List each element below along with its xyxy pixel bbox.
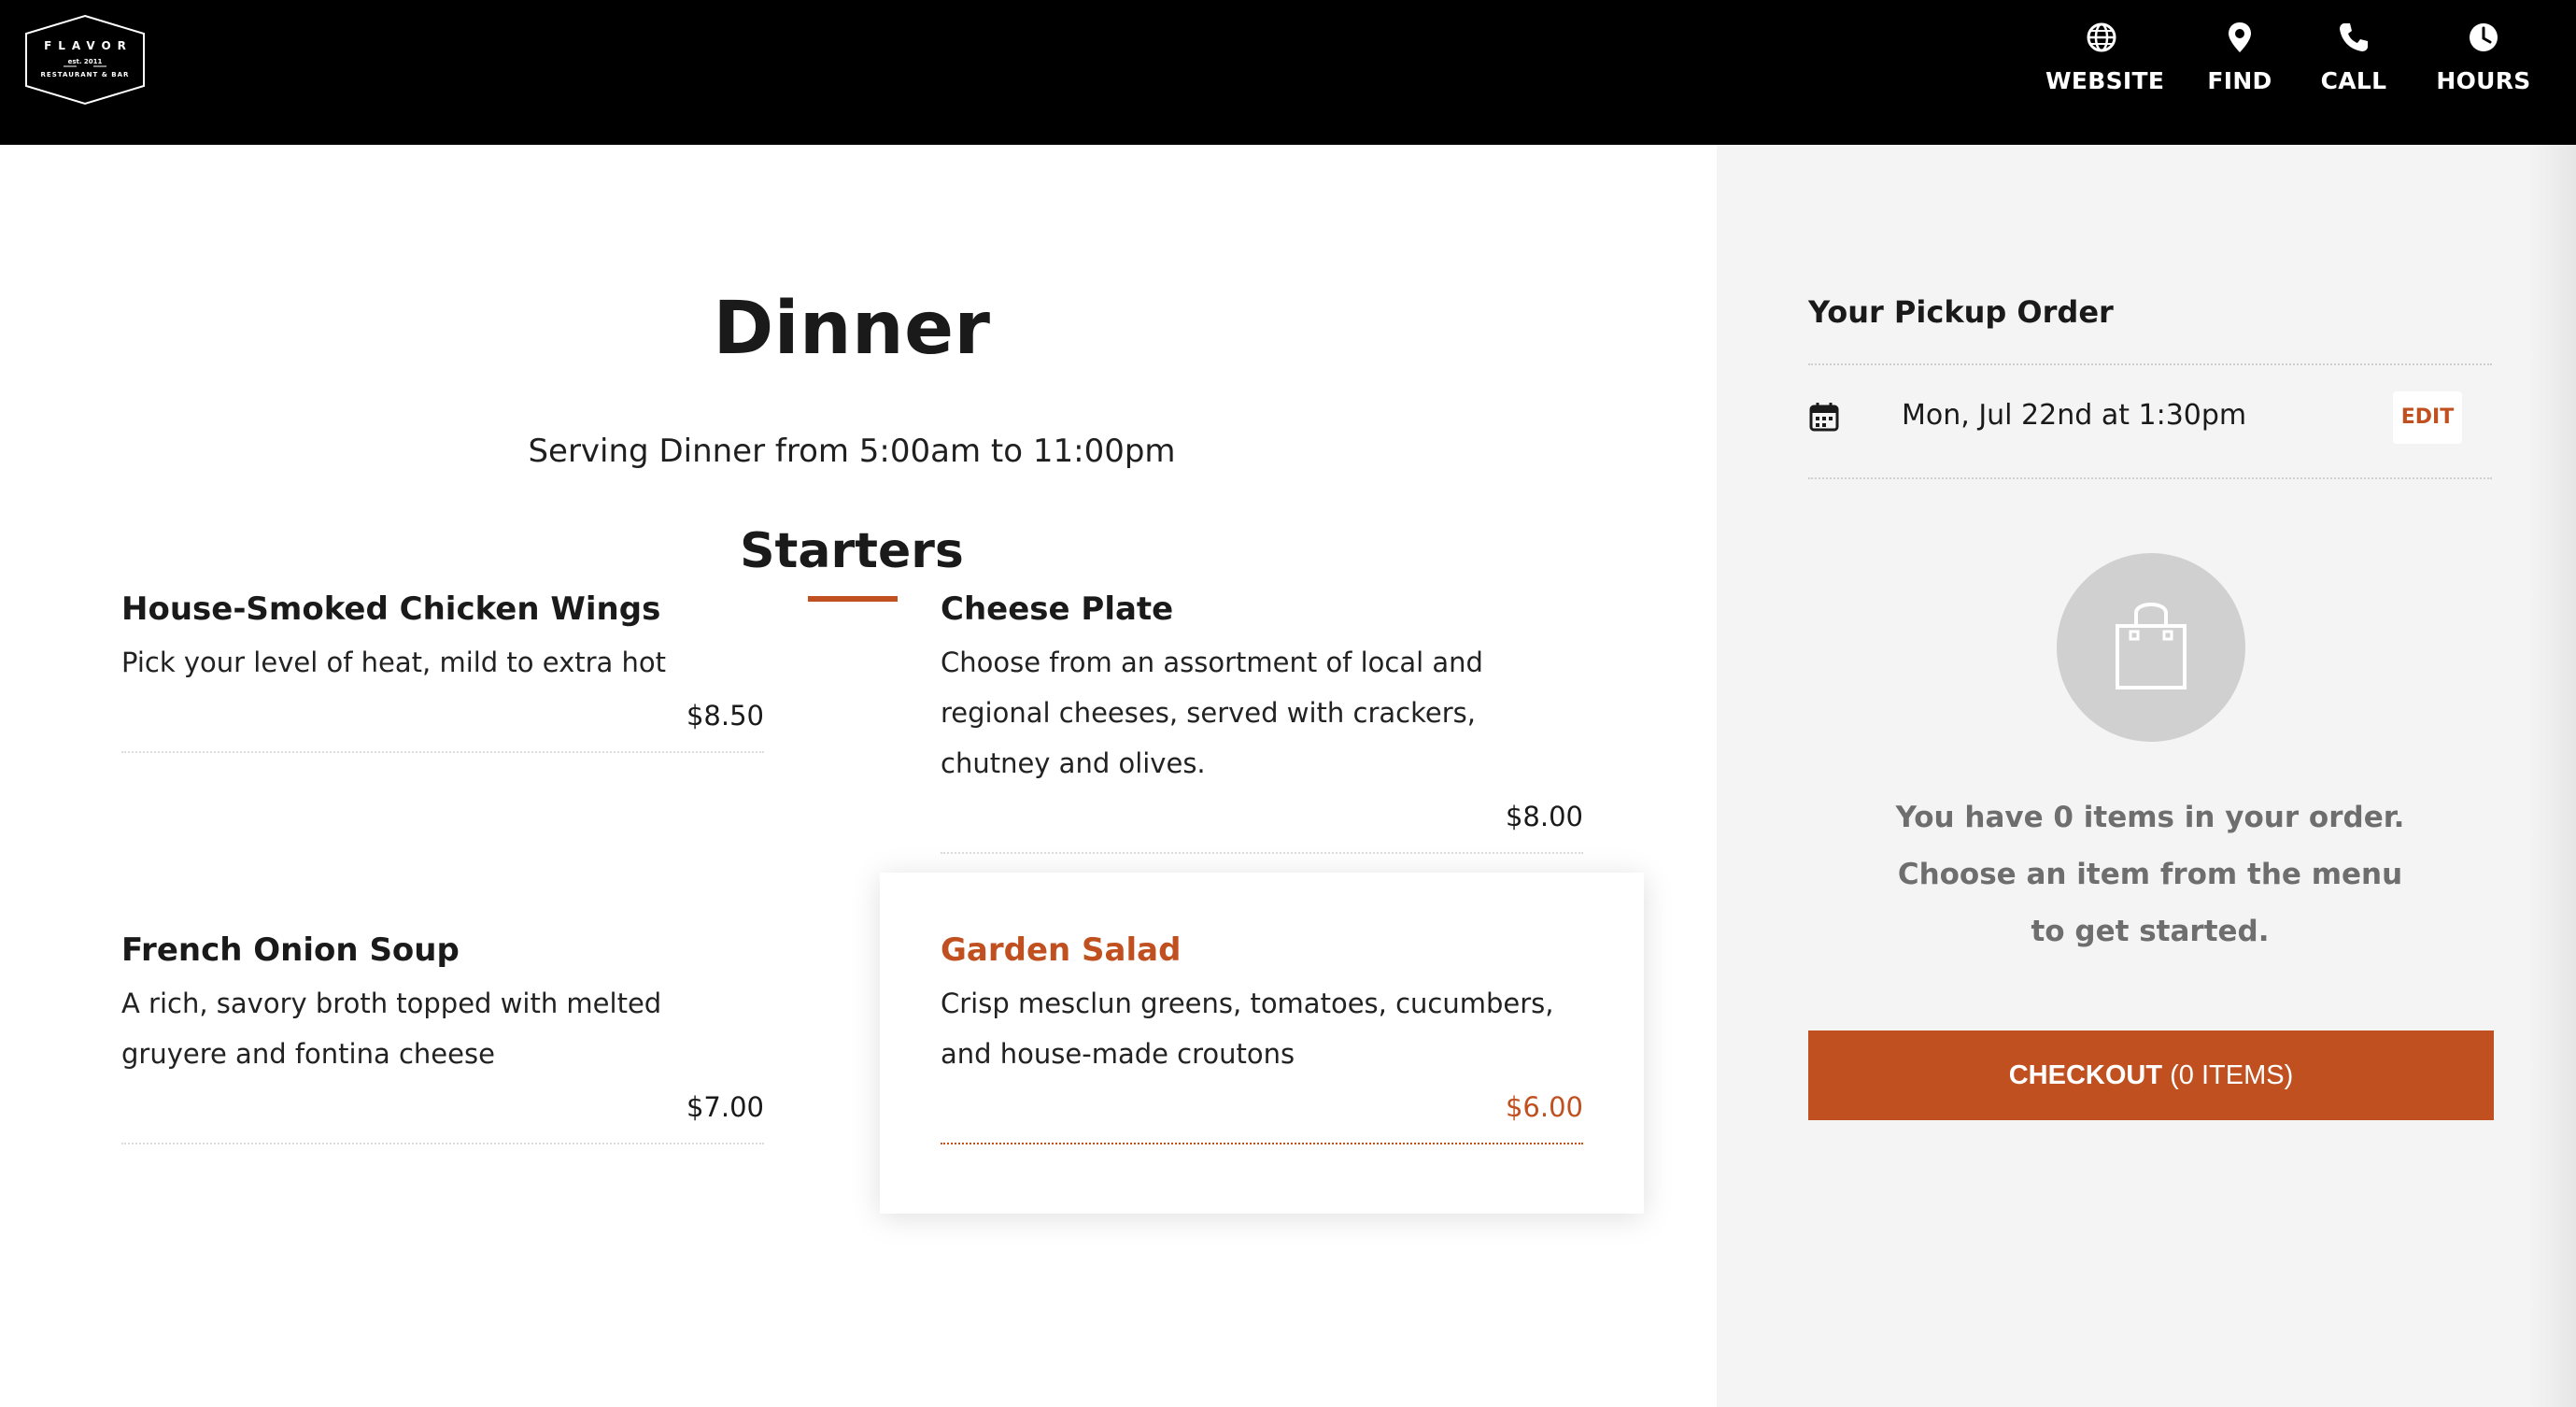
checkout-button[interactable]: CHECKOUT (0 ITEMS) (1808, 1030, 2494, 1120)
menu-item-cheese-plate[interactable]: Cheese Plate Choose from an assortment o… (941, 589, 1583, 854)
pickup-time: Mon, Jul 22nd at 1:30pm (1902, 399, 2247, 432)
nav-hours[interactable]: HOURS (2428, 21, 2539, 105)
menu-item-garden-salad[interactable]: Garden Salad Crisp mesclun greens, tomat… (941, 930, 1583, 1144)
menu-item-divider (941, 1143, 1583, 1144)
menu-item-price: $8.00 (1505, 801, 1583, 832)
empty-order-line: You have 0 items in your order. (1895, 801, 2405, 834)
order-sidebar: Your Pickup Order Mon, Jul 22nd at 1:30p… (1717, 145, 2576, 1407)
menu-item-name: Cheese Plate (941, 590, 1174, 628)
menu-item-price: $7.00 (686, 1091, 764, 1123)
section-underline (808, 596, 898, 602)
menu-item-description: Pick your level of heat, mild to extra h… (121, 647, 667, 678)
nav-find-label: FIND (2207, 67, 2272, 94)
brand-logo[interactable]: FLAVOR est. 2011 RESTAURANT & BAR (22, 13, 148, 107)
clock-icon (2470, 23, 2498, 51)
section-title-starters: Starters (740, 523, 964, 579)
menu-item-price: $8.50 (686, 700, 764, 732)
empty-order-message: You have 0 items in your order. Choose a… (1808, 789, 2492, 960)
menu-item-name: House-Smoked Chicken Wings (121, 590, 661, 628)
nav-website[interactable]: WEBSITE (2045, 21, 2165, 105)
menu-item-french-onion-soup[interactable]: French Onion Soup A rich, savory broth t… (121, 930, 764, 1144)
menu-item-chicken-wings[interactable]: House-Smoked Chicken Wings Pick your lev… (121, 589, 764, 753)
menu-item-divider (121, 751, 764, 753)
menu-item-divider (121, 1143, 764, 1144)
edit-pickup-button[interactable]: EDIT (2393, 391, 2462, 444)
logo-tagline: RESTAURANT & BAR (40, 71, 130, 78)
nav-find[interactable]: FIND (2199, 21, 2281, 105)
map-pin-icon (2229, 22, 2251, 52)
calendar-icon (1809, 403, 1839, 432)
checkout-count: (0 ITEMS) (2162, 1060, 2294, 1090)
menu-item-divider (941, 852, 1583, 854)
top-nav-bar: FLAVOR est. 2011 RESTAURANT & BAR WEBSIT… (0, 0, 2576, 145)
empty-bag-illustration (2057, 553, 2245, 742)
menu-item-description: Choose from an assortment of local and r… (941, 647, 1483, 779)
shopping-bag-icon (2116, 603, 2187, 689)
pickup-time-row: Mon, Jul 22nd at 1:30pm EDIT (1808, 390, 2492, 468)
order-divider (1808, 363, 2492, 365)
empty-order-line: to get started. (2031, 915, 2270, 948)
menu-item-name: French Onion Soup (121, 931, 460, 969)
serving-hours: Serving Dinner from 5:00am to 11:00pm (528, 433, 1176, 470)
globe-icon (2087, 22, 2116, 52)
nav-website-label: WEBSITE (2045, 67, 2165, 94)
menu-item-description: A rich, savory broth topped with melted … (121, 988, 662, 1070)
menu-item-description: Crisp mesclun greens, tomatoes, cucumber… (941, 988, 1554, 1070)
empty-order-line: Choose an item from the menu (1897, 858, 2403, 891)
phone-icon (2340, 23, 2368, 51)
menu-item-price: $6.00 (1505, 1091, 1583, 1123)
logo-established: est. 2011 (67, 58, 103, 65)
nav-call[interactable]: CALL (2316, 21, 2391, 105)
order-divider (1808, 477, 2492, 479)
checkout-label: CHECKOUT (2008, 1060, 2163, 1090)
nav-call-label: CALL (2320, 67, 2387, 94)
order-title: Your Pickup Order (1808, 294, 2114, 330)
nav-hours-label: HOURS (2436, 67, 2531, 94)
page-title: Dinner (713, 287, 991, 371)
logo-brand-name: FLAVOR (44, 39, 133, 52)
menu-item-name: Garden Salad (941, 931, 1182, 969)
